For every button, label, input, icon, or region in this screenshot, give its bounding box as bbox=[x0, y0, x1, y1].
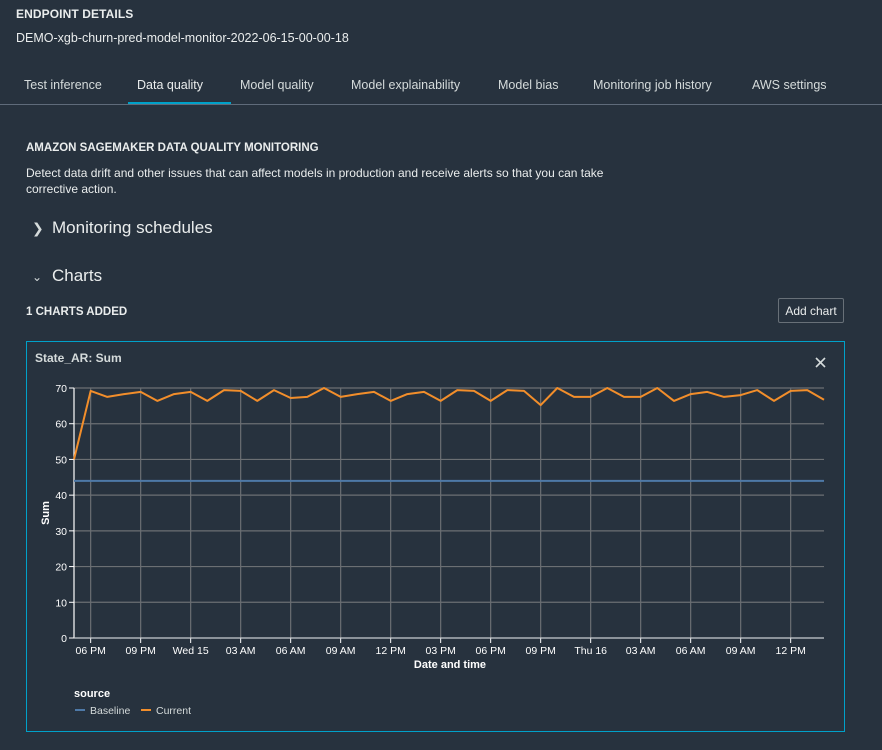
x-tick-label: 06 PM bbox=[75, 645, 105, 657]
y-tick-label: 0 bbox=[61, 633, 67, 645]
x-tick-label: Wed 15 bbox=[173, 645, 209, 657]
x-tick-label: 09 PM bbox=[525, 645, 555, 657]
y-tick-label: 30 bbox=[55, 526, 67, 538]
x-tick-label: 06 AM bbox=[676, 645, 706, 657]
x-tick-label: 06 AM bbox=[276, 645, 306, 657]
x-tick-label: 06 PM bbox=[475, 645, 505, 657]
y-tick-label: 60 bbox=[55, 419, 67, 431]
legend-label-baseline: Baseline bbox=[90, 705, 130, 717]
x-tick-label: 03 AM bbox=[226, 645, 256, 657]
x-tick-label: 03 AM bbox=[626, 645, 656, 657]
x-tick-label: 09 AM bbox=[326, 645, 356, 657]
y-axis-label: Sum bbox=[40, 501, 52, 525]
series-group bbox=[73, 387, 825, 482]
y-tick-label: 40 bbox=[55, 490, 67, 502]
y-tick-label: 70 bbox=[55, 383, 67, 395]
grid bbox=[74, 387, 824, 638]
y-tick-label: 10 bbox=[55, 597, 67, 609]
legend: source Baseline Current bbox=[74, 688, 191, 717]
x-tick-label: Thu 16 bbox=[574, 645, 607, 657]
x-tick-label: 12 PM bbox=[375, 645, 405, 657]
x-tick-label: 09 AM bbox=[726, 645, 756, 657]
y-tick-label: 20 bbox=[55, 562, 67, 574]
x-axis-label: Date and time bbox=[414, 659, 486, 671]
legend-label-current: Current bbox=[156, 705, 191, 717]
x-tick-label: 09 PM bbox=[125, 645, 155, 657]
x-tick-label: 12 PM bbox=[775, 645, 805, 657]
legend-title: source bbox=[74, 688, 110, 700]
y-tick-label: 50 bbox=[55, 454, 67, 466]
x-tick-label: 03 PM bbox=[425, 645, 455, 657]
line-chart: 0 10 20 30 40 50 60 70 06 PM 09 PM Wed 15 03 AM 06 A… bbox=[40, 383, 825, 717]
